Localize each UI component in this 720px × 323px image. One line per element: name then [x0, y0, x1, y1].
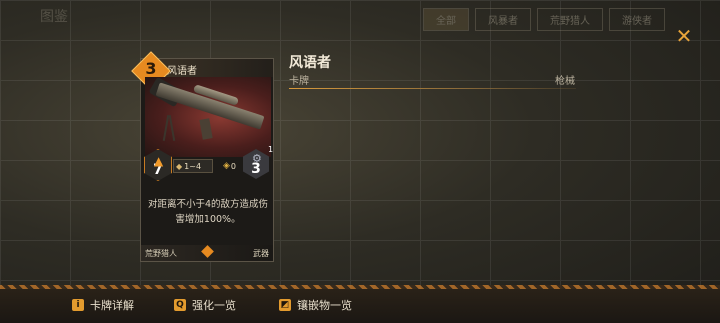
detail-subtitle: 卡牌	[289, 76, 309, 87]
enhance-list-label: 强化一览	[192, 299, 236, 312]
card-stats: ▲ 7 ◆ 1~4 ◈ 0 ⚙ 3 1	[141, 145, 274, 181]
inlay-list-label: 镶嵌物一览	[297, 299, 352, 312]
range-chip: ◆ 1~4	[173, 159, 213, 173]
detail-title: 风语者	[289, 55, 331, 71]
ammo-icon: ◈	[223, 161, 230, 171]
defense-hex: ⚙ 3	[243, 149, 269, 179]
flame-icon: ▲	[154, 154, 164, 168]
close-icon[interactable]: ✕	[674, 24, 694, 48]
search-icon: Q	[174, 299, 186, 311]
background-tab: 游侠者	[609, 8, 665, 31]
rifle-bipod-leg	[168, 115, 176, 141]
card-faction: 荒野猎人	[145, 249, 177, 258]
gem-icon	[201, 245, 214, 258]
background-header-title: 图鉴	[40, 9, 68, 25]
card-name: 风语者	[167, 66, 197, 77]
info-icon: i	[72, 299, 84, 311]
gear-icon: ⚙	[252, 152, 262, 165]
rifle-grip	[199, 118, 213, 140]
rifle-bipod-leg	[162, 115, 170, 141]
card-ammo: 0	[230, 161, 237, 171]
range-icon: ◆	[176, 161, 183, 171]
ammo-chip: ◈ 0	[223, 159, 243, 173]
inlay-list-button[interactable]: ◩ 镶嵌物一览	[279, 297, 352, 313]
enhance-list-button[interactable]: Q 强化一览	[174, 297, 236, 313]
inlay-icon: ◩	[279, 299, 291, 311]
card-art-rifle	[145, 77, 271, 157]
defense-corner-value: 1	[268, 145, 274, 154]
background-tab: 荒野猎人	[537, 8, 603, 31]
card[interactable]: 风语者 3 ▲ 7 ◆ 1~4 ◈ 0 ⚙ 3 1 对距离不小于4的敌方造成伤害…	[131, 51, 274, 262]
card-description: 对距离不小于4的敌方造成伤害增加100%。	[147, 199, 269, 225]
card-range: 1~4	[184, 161, 202, 171]
attack-hex: ▲ 7	[144, 149, 172, 181]
background-tab: 风暴者	[475, 8, 531, 31]
background-tab: 全部	[423, 8, 469, 31]
card-details-label: 卡牌详解	[90, 299, 134, 312]
card-type: 武器	[253, 249, 269, 258]
card-details-button[interactable]: i 卡牌详解	[72, 297, 134, 313]
card-footer: 荒野猎人 武器	[141, 245, 273, 261]
detail-category: 枪械	[555, 76, 575, 87]
card-cost: 3	[145, 59, 157, 78]
bottom-bar: i 卡牌详解 Q 强化一览 ◩ 镶嵌物一览	[0, 289, 720, 323]
detail-divider	[289, 88, 576, 89]
background-tabs: 全部 风暴者 荒野猎人 游侠者	[423, 8, 665, 31]
background-grid	[0, 0, 720, 323]
